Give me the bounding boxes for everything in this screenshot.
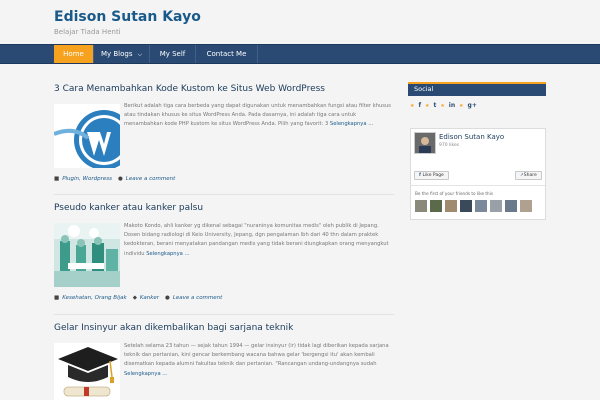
- twitter-icon[interactable]: t: [434, 102, 437, 109]
- google-plus-icon[interactable]: g+: [468, 102, 477, 109]
- nav-item-label: My Blogs: [100, 50, 133, 58]
- leave-comment-link[interactable]: Leave a comment: [126, 176, 175, 182]
- fb-page-name[interactable]: Edison Sutan Kayo: [439, 133, 504, 141]
- excerpt-text: Setelah selama 23 tahun — sejak tahun 19…: [124, 343, 389, 368]
- site-tagline: Belajar Tiada Henti: [54, 28, 121, 36]
- friend-avatar[interactable]: [460, 200, 472, 212]
- post-title[interactable]: Gelar Insinyur akan dikembalikan bagi sa…: [54, 323, 293, 333]
- avatar[interactable]: [414, 132, 436, 154]
- post-excerpt: Makoto Kondo, ahli kanker yg dikenal seb…: [124, 222, 394, 259]
- friend-avatar[interactable]: [505, 200, 517, 212]
- widget-title: Social: [414, 85, 434, 93]
- read-more-link[interactable]: Selengkapnya …: [124, 371, 167, 377]
- leave-comment-link[interactable]: Leave a comment: [173, 295, 222, 301]
- post-divider: [54, 194, 394, 195]
- post-meta: ■ Plugin, Wordpress ● Leave a comment: [54, 176, 175, 182]
- tag-icon: ◆: [132, 295, 137, 301]
- nav-item-label: Contact Me: [206, 50, 247, 58]
- friend-avatar[interactable]: [520, 200, 532, 212]
- button-label: Share: [523, 173, 537, 178]
- page: Edison Sutan Kayo Belajar Tiada Henti Ho…: [0, 0, 600, 400]
- like-page-button[interactable]: f Like Page: [414, 171, 449, 180]
- friend-avatar[interactable]: [430, 200, 442, 212]
- post-categories[interactable]: Plugin, Wordpress: [62, 176, 112, 182]
- read-more-link[interactable]: Selengkapnya …: [146, 251, 189, 257]
- medical-team-image[interactable]: [54, 223, 120, 287]
- post-divider: [54, 314, 394, 315]
- nav-item-my-self[interactable]: My Self: [150, 45, 196, 63]
- wordpress-logo-image[interactable]: [54, 104, 120, 168]
- fb-like-count: 970 likes: [439, 143, 460, 148]
- facebook-icon[interactable]: f: [418, 102, 421, 109]
- post-categories[interactable]: Kesehatan, Orang Bijak: [62, 295, 126, 301]
- nav-item-label: My Self: [159, 50, 186, 58]
- comment-icon: ●: [117, 176, 123, 182]
- button-label: Like Page: [422, 173, 444, 178]
- post-meta: ■ Kesehatan, Orang Bijak ◆ Kanker ● Leave a c…: [54, 295, 222, 301]
- friend-avatar[interactable]: [490, 200, 502, 212]
- star-icon: ★: [425, 103, 430, 109]
- nav-item-label: Home: [63, 50, 84, 58]
- fb-friends-text: Be the first of your friends to like thi…: [415, 191, 494, 196]
- star-icon: ★: [410, 103, 415, 109]
- post-title[interactable]: 3 Cara Menambahkan Kode Kustom ke Situs …: [54, 84, 325, 94]
- social-widget-header: Social: [408, 82, 546, 96]
- post-tag[interactable]: Kanker: [140, 295, 159, 301]
- graduation-cap-image[interactable]: [54, 343, 120, 400]
- post-title[interactable]: Pseudo kanker atau kanker palsu: [54, 203, 203, 213]
- share-button[interactable]: ↗Share: [515, 171, 542, 180]
- linkedin-icon[interactable]: in: [449, 102, 455, 109]
- star-icon: ★: [440, 103, 445, 109]
- social-links: ★ f ★ t ★ in ★ g+: [410, 102, 479, 112]
- post-excerpt: Setelah selama 23 tahun — sejak tahun 19…: [124, 342, 394, 379]
- friend-avatar[interactable]: [445, 200, 457, 212]
- nav-item-home[interactable]: Home: [54, 45, 94, 63]
- site-header: Edison Sutan Kayo Belajar Tiada Henti: [0, 0, 600, 44]
- folder-icon: ■: [54, 295, 60, 301]
- star-icon: ★: [459, 103, 464, 109]
- chevron-down-icon: ⌵: [137, 51, 143, 58]
- comment-icon: ●: [165, 295, 170, 301]
- nav-item-my-blogs[interactable]: My Blogs ⌵: [94, 45, 150, 63]
- friend-avatar[interactable]: [415, 200, 427, 212]
- facebook-page-box: Edison Sutan Kayo 970 likes f Like Page …: [410, 128, 546, 220]
- folder-icon: ■: [54, 176, 60, 182]
- main-nav: Home My Blogs ⌵ My Self Contact Me: [0, 44, 600, 64]
- post-excerpt: Berikut adalah tiga cara berbeda yang da…: [124, 102, 394, 130]
- site-title[interactable]: Edison Sutan Kayo: [54, 9, 201, 25]
- read-more-link[interactable]: Selengkapnya …: [330, 121, 373, 127]
- nav-item-contact-me[interactable]: Contact Me: [196, 45, 258, 63]
- fb-divider: [411, 185, 545, 186]
- friend-avatar[interactable]: [475, 200, 487, 212]
